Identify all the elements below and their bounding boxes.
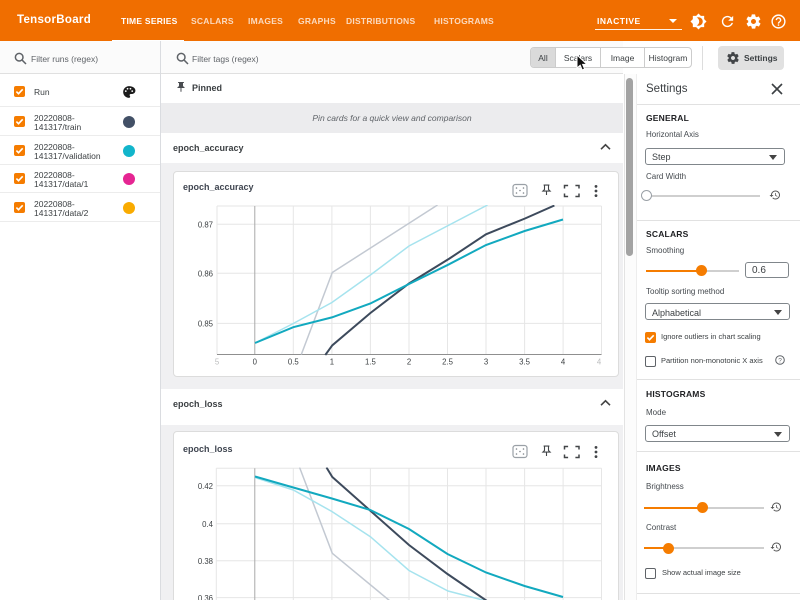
svg-text:?: ? <box>778 357 782 364</box>
